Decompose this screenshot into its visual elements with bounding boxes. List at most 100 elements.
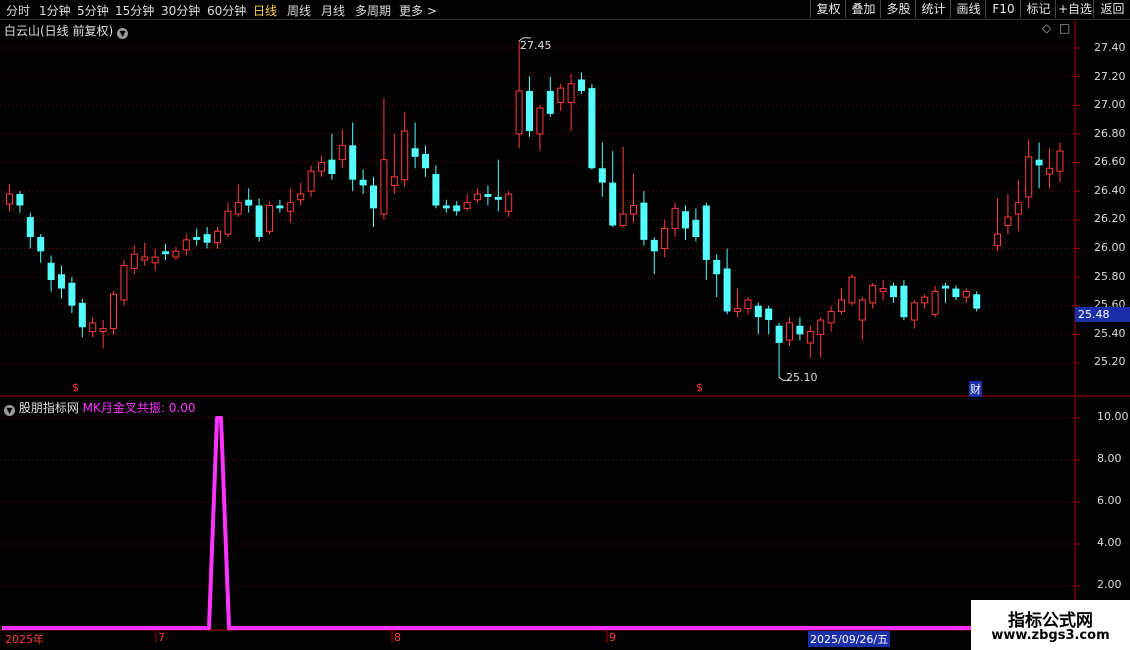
candle-body [328,159,336,174]
candle-body [713,259,721,275]
chart-title: 白云山(日线 前复权) ▼ [4,22,129,39]
candle-body [453,205,461,212]
candle-body [37,237,45,252]
draw-line-button[interactable]: 画线 [950,0,986,18]
candle-body [318,162,325,172]
candle-body [26,216,34,237]
tab-weekly[interactable]: 周线 [287,2,311,19]
candle-body [234,202,242,215]
candle-body [162,251,169,255]
candle-body [380,159,388,215]
candle-body [120,265,128,301]
candle-body [515,90,523,135]
candle-body [536,107,544,135]
candle-body [6,193,13,205]
candle-body [276,205,284,209]
statistics-button[interactable]: 统计 [915,0,951,18]
indicator-tick: 10.00 [1097,410,1129,423]
candle-body [16,194,24,206]
tab-30min[interactable]: 30分钟 [161,2,200,19]
candle-body [151,256,159,264]
candle-body [1025,156,1033,198]
candle-body [182,239,190,251]
event-marker[interactable]: $ [696,381,703,394]
tab-multi-period[interactable]: 多周期 [355,2,391,19]
candle-body [224,210,232,235]
candle-body [286,202,294,212]
f10-button[interactable]: F10 [985,0,1021,18]
tab-daily[interactable]: 日线 [253,2,277,19]
tab-5min[interactable]: 5分钟 [77,2,109,19]
candle-body [297,193,305,201]
finance-marker[interactable]: 财 [969,381,982,397]
top-toolbar: 分时 1分钟 5分钟 15分钟 30分钟 60分钟 日线 周线 月线 多周期 更… [0,0,1130,20]
candle-body [245,199,253,206]
candle-body [203,234,211,243]
price-tick: 26.40 [1094,184,1126,197]
tab-15min[interactable]: 15分钟 [115,2,154,19]
candle-body [702,205,710,260]
candle-body [952,288,960,298]
event-marker[interactable]: $ [72,381,79,394]
tab-monthly[interactable]: 月线 [321,2,345,19]
candle-body [401,130,409,181]
stock-title: 白云山(日线 前复权) [4,24,114,38]
candle-body [411,148,419,157]
candle-body [848,276,856,304]
candle-body [390,176,398,186]
chevron-down-icon[interactable]: ▼ [4,405,15,416]
indicator-tick: 8.00 [1097,452,1122,465]
candle-body [110,293,117,330]
candle-body [546,90,554,114]
fuquan-button[interactable]: 复权 [810,0,846,18]
candle-body [921,296,929,304]
mark-button[interactable]: 标记 [1020,0,1056,18]
candle-body [640,202,648,240]
candle-body [692,219,700,237]
add-watchlist-button[interactable]: +自选 [1055,0,1094,18]
indicator-tick: 6.00 [1097,494,1122,507]
candle-body [349,145,357,180]
indicator-name: 股朋指标网 [18,401,79,415]
candle-body [484,194,492,197]
candle-body [942,285,949,289]
candle-body [141,256,149,261]
candle-body [526,90,533,132]
overlay-button[interactable]: 叠加 [845,0,881,18]
date-label: 2025年 [5,633,44,646]
candle-body [463,202,471,209]
multi-stock-button[interactable]: 多股 [880,0,916,18]
candle-body [682,211,689,229]
chart-canvas[interactable] [0,0,1130,650]
candle-body [130,253,138,270]
tab-more[interactable]: 更多 > [399,2,437,19]
price-tick: 26.80 [1094,127,1126,140]
tab-60min[interactable]: 60分钟 [207,2,246,19]
candle-body [765,308,773,321]
candle-body [609,182,617,226]
low-price-label: 25.10 [786,371,818,384]
price-tick: 26.00 [1094,241,1126,254]
diamond-icon[interactable]: ◇ [1042,21,1051,35]
price-tick: 25.20 [1094,355,1126,368]
expand-icon[interactable]: □ [1059,21,1070,35]
candle-body [1004,216,1012,227]
candle-body [598,168,606,183]
back-button[interactable]: 返回 [1093,0,1130,18]
candle-body [994,233,1001,247]
candle-body [1035,159,1043,166]
candle-body [578,79,585,91]
tab-分时[interactable]: 分时 [6,2,30,19]
candle-body [172,250,180,258]
candle-body [754,305,762,318]
candle-body [827,310,835,324]
tab-1min[interactable]: 1分钟 [39,2,71,19]
candle-body [962,290,970,298]
candle-body [931,290,939,315]
cursor-date-label: 2025/09/26/五 [808,631,891,647]
candle-body [68,282,76,306]
chevron-down-icon[interactable]: ▼ [117,28,129,39]
indicator-header: ▼ 股朋指标网 MK月金叉共振: 0.00 [4,399,195,416]
candle-body [973,294,981,309]
candle-body [910,302,918,321]
